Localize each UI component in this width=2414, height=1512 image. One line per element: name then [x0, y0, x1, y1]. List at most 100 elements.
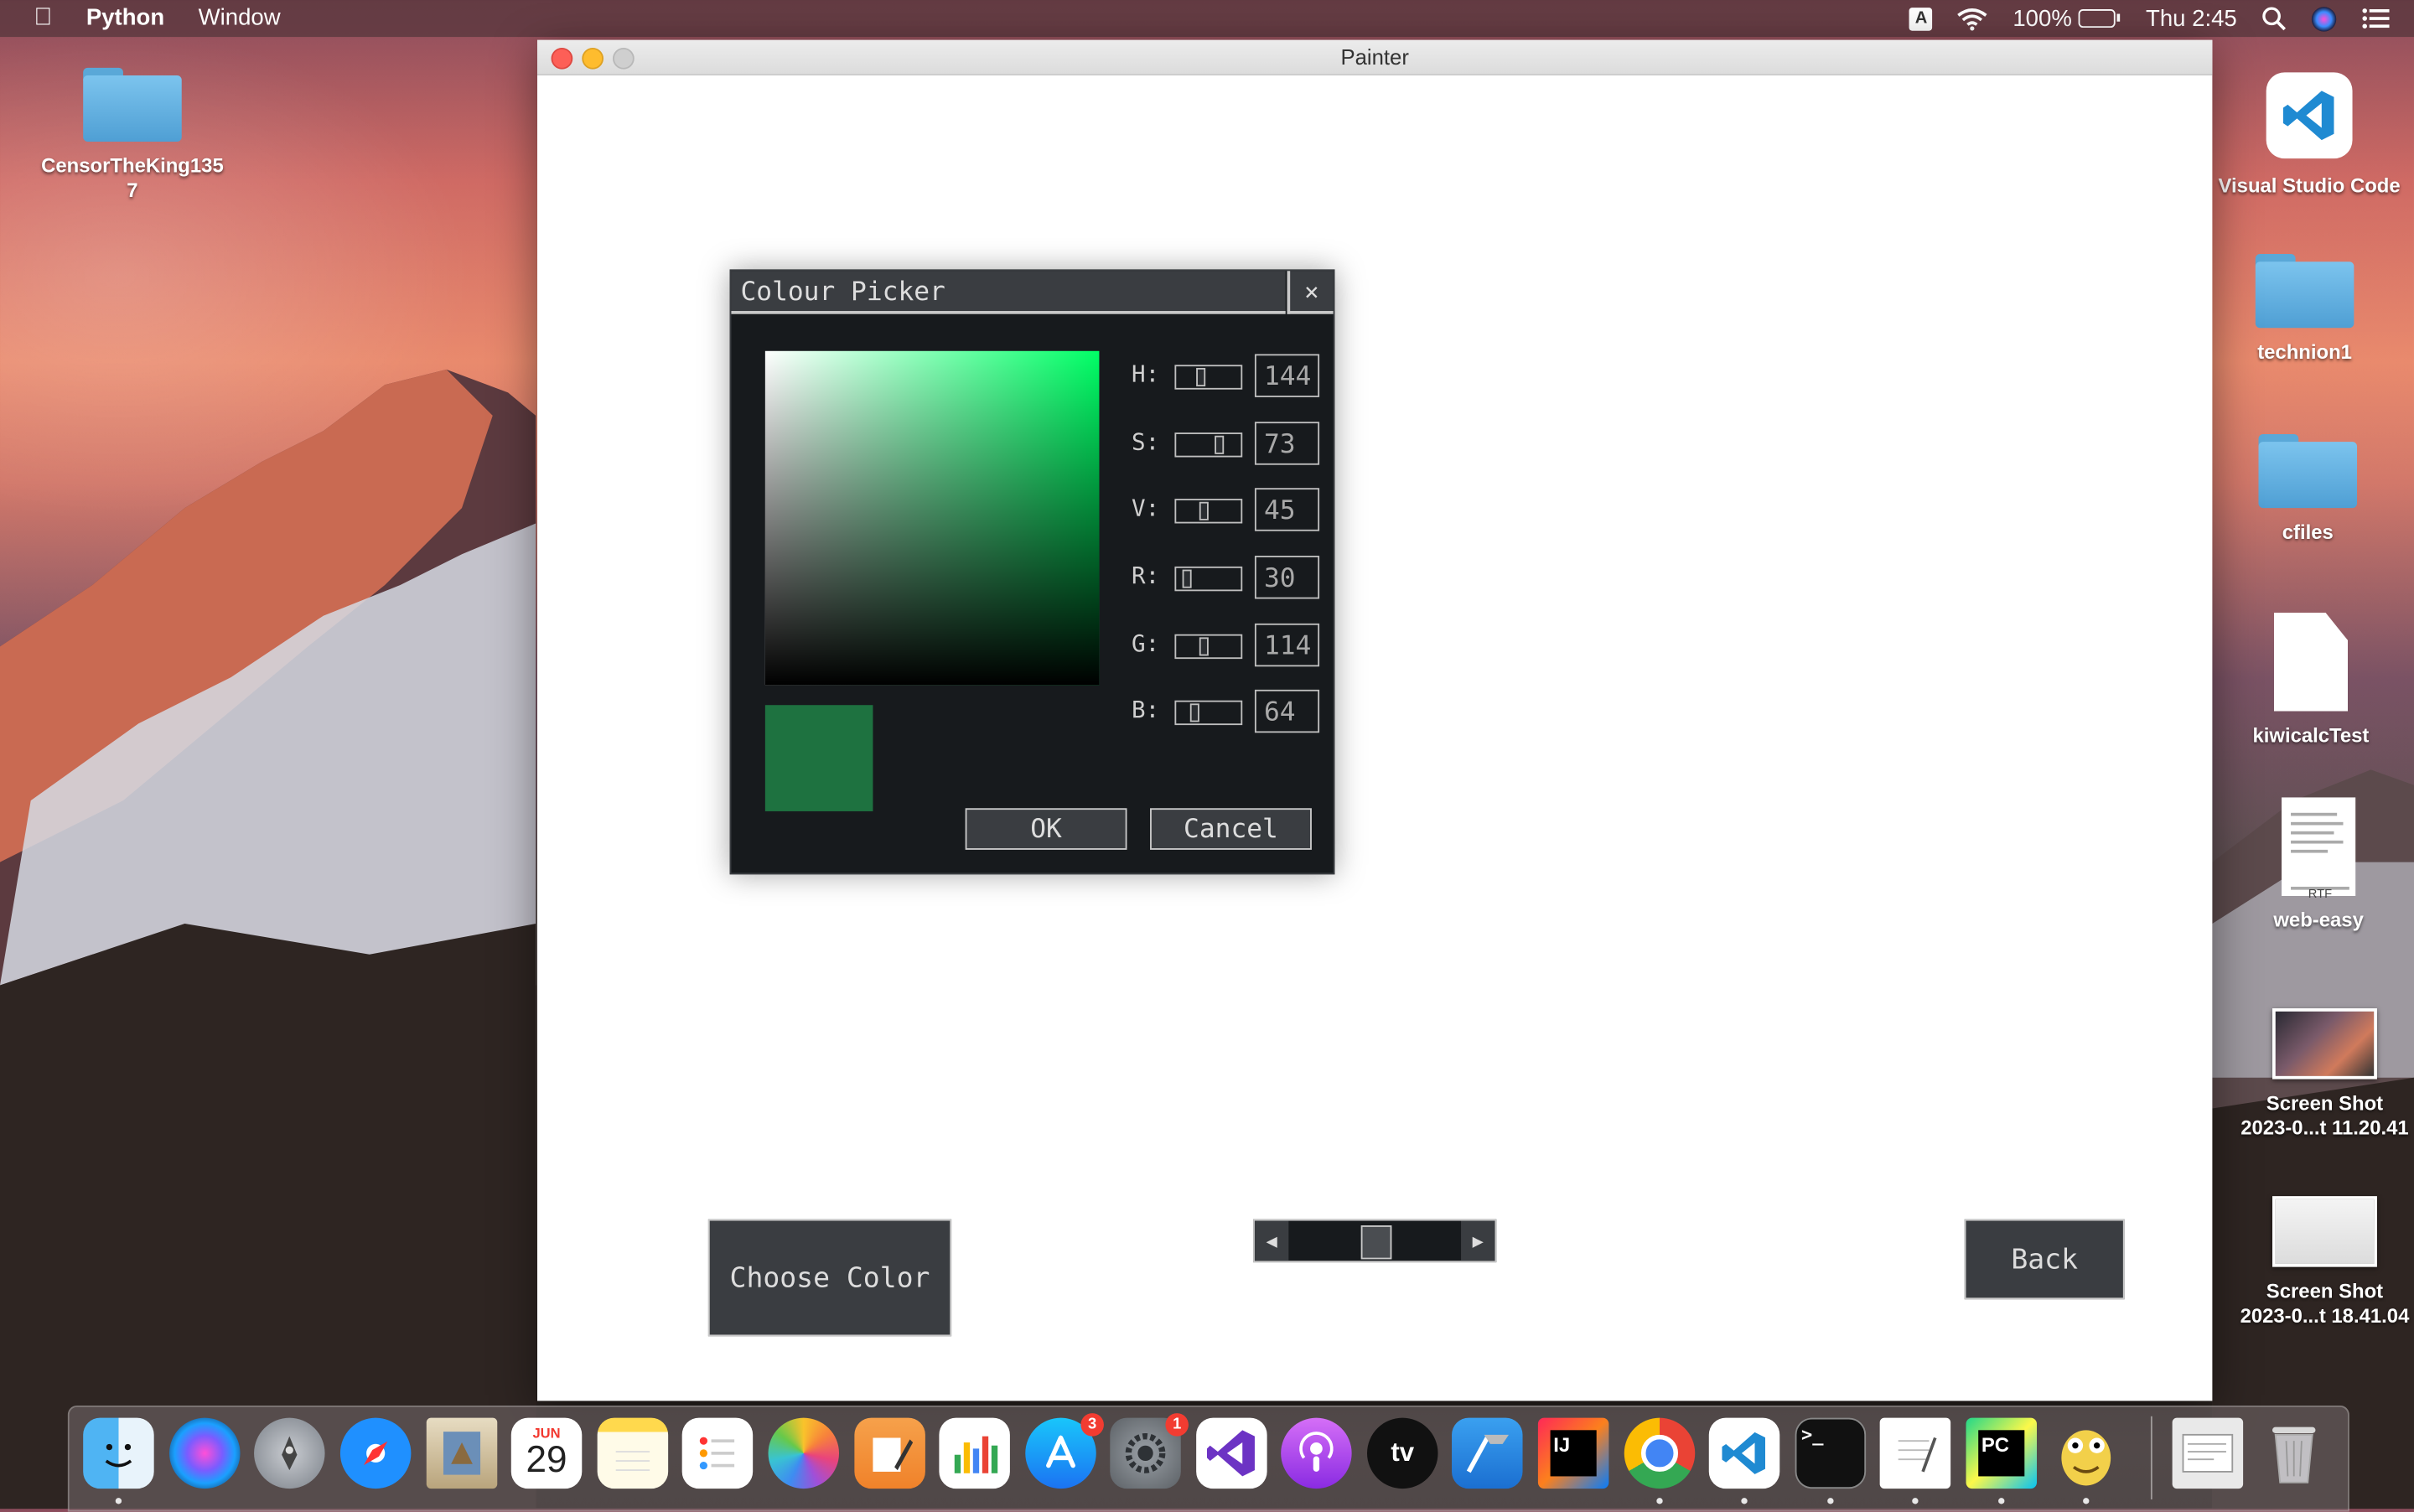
screenshot-thumbnail: [2272, 1008, 2377, 1080]
xcode-icon[interactable]: [1452, 1417, 1523, 1489]
vscode-icon: [2266, 72, 2353, 159]
channel-row-b: B: 64: [1132, 689, 1323, 733]
app-store-icon[interactable]: 3: [1025, 1413, 1104, 1489]
channel-label: R:: [1132, 562, 1160, 590]
vscode-dock-icon[interactable]: [1708, 1417, 1780, 1489]
visual-studio-icon[interactable]: [1196, 1417, 1267, 1489]
reminders-icon[interactable]: [681, 1417, 754, 1489]
channel-slider[interactable]: [1174, 566, 1243, 592]
desktop-file-web-easy[interactable]: RTF web-easy: [2219, 797, 2414, 931]
rtf-tag: RTF: [2291, 886, 2349, 900]
ok-button[interactable]: OK: [965, 808, 1127, 850]
window-zoom-button[interactable]: [613, 47, 635, 70]
channel-row-h: H: 144: [1132, 354, 1323, 397]
calendar-icon[interactable]: JUN 29: [510, 1417, 583, 1489]
chrome-icon[interactable]: [1624, 1417, 1696, 1489]
slider-thumb[interactable]: [1196, 367, 1206, 387]
desktop-icon-label: kiwicalcTest: [2252, 723, 2370, 747]
slider-thumb[interactable]: [1199, 501, 1209, 520]
window-title: Painter: [1340, 44, 1409, 70]
window-close-button[interactable]: [551, 47, 573, 70]
window-titlebar[interactable]: Painter: [537, 39, 2213, 75]
slider-thumb[interactable]: [1215, 435, 1225, 454]
input-source-icon[interactable]: A: [1909, 7, 1933, 30]
channel-value-input[interactable]: 114: [1254, 623, 1320, 667]
channel-label: H:: [1132, 360, 1160, 388]
desktop-folder-cfiles[interactable]: cfiles: [2208, 433, 2408, 544]
apple-tv-text: tv: [1391, 1437, 1415, 1468]
cancel-button[interactable]: Cancel: [1150, 808, 1312, 850]
apple-menu-icon[interactable]: : [34, 5, 52, 33]
running-indicator: [1998, 1498, 2005, 1504]
folder-icon: [83, 67, 182, 142]
intellij-icon[interactable]: IJ: [1537, 1417, 1609, 1489]
safari-icon[interactable]: [339, 1417, 412, 1489]
calendar-day: 29: [526, 1439, 567, 1481]
desktop-app-visual-studio-code[interactable]: Visual Studio Code: [2209, 72, 2410, 197]
channel-slider[interactable]: [1174, 432, 1243, 458]
photos-icon[interactable]: [768, 1417, 840, 1489]
channel-row-v: V: 45: [1132, 488, 1323, 531]
channel-value-input[interactable]: 45: [1254, 488, 1320, 531]
desktop-icon-label: CensorTheKing135 7: [41, 153, 224, 202]
channel-value-input[interactable]: 144: [1254, 354, 1320, 397]
back-button[interactable]: Back: [1964, 1219, 2125, 1300]
python-launcher-icon[interactable]: [2051, 1418, 2121, 1489]
launchpad-icon[interactable]: [254, 1417, 325, 1489]
mail-stamp-icon[interactable]: [426, 1417, 498, 1489]
apple-tv-icon[interactable]: tv: [1367, 1417, 1438, 1489]
siri-icon[interactable]: [2311, 5, 2337, 31]
channel-slider[interactable]: [1174, 499, 1243, 524]
slider-thumb[interactable]: [1182, 569, 1192, 588]
desktop-icon-label: cfiles: [2282, 520, 2334, 544]
podcasts-icon[interactable]: [1281, 1417, 1352, 1489]
colour-preview-swatch: [764, 705, 873, 811]
system-preferences-icon[interactable]: 1: [1110, 1413, 1189, 1489]
clock[interactable]: Thu 2:45: [2146, 5, 2237, 31]
slider-thumb[interactable]: [1199, 637, 1209, 656]
desktop-icon-label: web-easy: [2273, 908, 2364, 932]
channel-slider[interactable]: [1174, 365, 1243, 390]
desktop-file-kiwicalctest[interactable]: kiwicalcTest: [2211, 613, 2411, 747]
scroll-right-arrow-icon[interactable]: ▶: [1461, 1220, 1495, 1261]
scroll-left-arrow-icon[interactable]: ◀: [1254, 1220, 1289, 1261]
slider-thumb[interactable]: [1189, 703, 1199, 722]
siri-dock-icon[interactable]: [169, 1417, 241, 1489]
system-preferences-badge: 1: [1165, 1413, 1189, 1437]
pycharm-text: PC: [1981, 1433, 2010, 1457]
notes-icon[interactable]: [597, 1417, 669, 1489]
numbers-icon[interactable]: [939, 1417, 1010, 1489]
running-indicator: [1827, 1498, 1834, 1504]
desktop-file-screenshot-2[interactable]: Screen Shot 2023-0...t 18.41.04: [2225, 1196, 2414, 1328]
channel-slider[interactable]: [1174, 700, 1243, 726]
scrollbar-thumb[interactable]: [1360, 1225, 1392, 1260]
picker-close-button[interactable]: ×: [1287, 271, 1334, 314]
battery-status[interactable]: 100%: [2013, 5, 2120, 32]
desktop-folder-technion1[interactable]: technion1: [2204, 254, 2405, 363]
choose-color-button[interactable]: Choose Color: [707, 1219, 952, 1337]
menu-window[interactable]: Window: [199, 0, 281, 37]
spotlight-icon[interactable]: [2261, 6, 2287, 31]
desktop-file-screenshot-1[interactable]: Screen Shot 2023-0...t 11.20.41: [2225, 1008, 2414, 1141]
wifi-icon[interactable]: [1957, 7, 1988, 30]
terminal-icon[interactable]: >_: [1795, 1417, 1867, 1489]
picker-title[interactable]: Colour Picker: [731, 271, 1286, 314]
desktop-icon-label: Screen Shot 2023-0...t 18.41.04: [2240, 1279, 2410, 1328]
finder-icon[interactable]: [83, 1417, 154, 1489]
menu-app-name[interactable]: Python: [86, 0, 164, 37]
channel-value-input[interactable]: 30: [1254, 556, 1320, 599]
downloads-stack-icon[interactable]: [2172, 1417, 2244, 1489]
saturation-value-square[interactable]: [764, 350, 1100, 686]
horizontal-scrollbar[interactable]: ◀ ▶: [1253, 1219, 1497, 1263]
desktop-folder-censortheking[interactable]: CensorTheKing135 7: [33, 67, 233, 204]
pycharm-icon[interactable]: PC: [1966, 1417, 2037, 1489]
pages-icon[interactable]: [854, 1417, 925, 1489]
channel-value-input[interactable]: 64: [1254, 689, 1320, 733]
textedit-icon[interactable]: [1879, 1417, 1951, 1489]
window-minimize-button[interactable]: [582, 47, 604, 70]
channel-value-input[interactable]: 73: [1254, 422, 1320, 465]
trash-icon[interactable]: [2258, 1418, 2329, 1489]
notification-center-icon[interactable]: [2362, 8, 2390, 29]
running-indicator: [115, 1498, 122, 1504]
channel-slider[interactable]: [1174, 634, 1243, 660]
